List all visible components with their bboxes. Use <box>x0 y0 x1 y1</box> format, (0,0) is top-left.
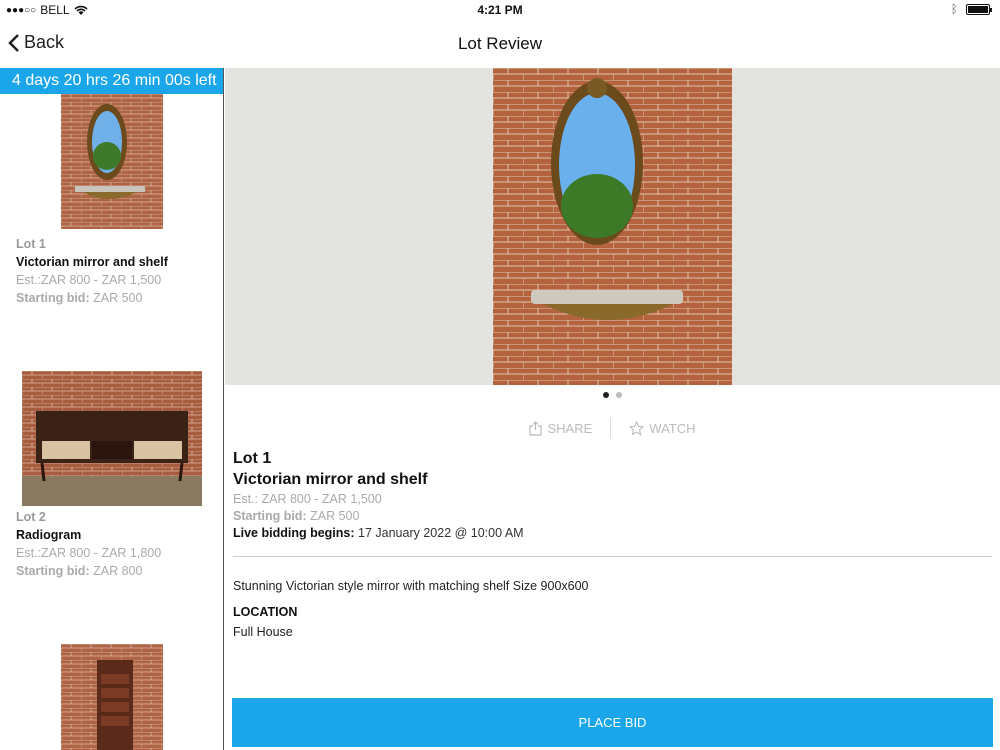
action-row: SHARE WATCH <box>225 418 1000 438</box>
detail-estimate: Est.: ZAR 800 - ZAR 1,500 <box>233 492 382 506</box>
location-value: Full House <box>233 625 293 639</box>
countdown-banner: 4 days 20 hrs 26 min 00s left <box>0 68 223 94</box>
divider <box>233 556 992 557</box>
star-icon <box>629 420 645 436</box>
detail-live-bidding: Live bidding begins: 17 January 2022 @ 1… <box>233 526 524 540</box>
lot-title: Radiogram <box>16 528 82 542</box>
lot-estimate: Est.:ZAR 800 - ZAR 1,500 <box>16 273 162 287</box>
image-carousel[interactable] <box>225 68 1000 385</box>
watch-label: WATCH <box>649 420 696 436</box>
battery-icon <box>966 3 992 15</box>
lot-1-thumbnail <box>60 94 163 229</box>
detail-lot-number: Lot 1 <box>233 450 272 467</box>
lot-3-thumbnail <box>60 644 163 750</box>
lot-card-2[interactable]: Lot 2 Radiogram Est.:ZAR 800 - ZAR 1,800… <box>0 371 223 580</box>
detail-description: Stunning Victorian style mirror with mat… <box>233 579 589 593</box>
watch-button[interactable]: WATCH <box>611 420 713 436</box>
lot-detail: SHARE WATCH Lot 1 Victorian mirror and s… <box>225 68 1000 750</box>
lot-card-3[interactable] <box>0 644 223 750</box>
share-button[interactable]: SHARE <box>511 421 610 436</box>
lot-estimate: Est.:ZAR 800 - ZAR 1,800 <box>16 546 162 560</box>
lot-number: Lot 2 <box>16 510 46 524</box>
lot-details: Lot 1 Victorian mirror and shelf Est.: Z… <box>233 450 992 639</box>
status-time: 4:21 PM <box>477 3 523 17</box>
lot-2-thumbnail <box>21 371 202 506</box>
bluetooth-icon: ᛒ <box>950 2 958 16</box>
carousel-pager[interactable] <box>225 392 1000 398</box>
status-bar: ●●●○○ BELL 4:21 PM ᛒ <box>0 0 1000 20</box>
nav-bar: Back Lot Review <box>0 20 1000 68</box>
location-heading: LOCATION <box>233 605 298 619</box>
lot-photo <box>493 68 732 385</box>
lot-list[interactable]: 4 days 20 hrs 26 min 00s left Lot 1 Vict… <box>0 68 224 750</box>
lot-starting-bid: Starting bid: ZAR 500 <box>16 291 143 305</box>
pager-dot[interactable] <box>603 392 609 398</box>
place-bid-button[interactable]: PLACE BID <box>232 698 993 747</box>
lot-starting-bid: Starting bid: ZAR 800 <box>16 564 143 578</box>
status-right: ᛒ <box>950 2 992 16</box>
detail-starting-bid: Starting bid: ZAR 500 <box>233 509 360 523</box>
share-icon <box>529 420 543 436</box>
page-title: Lot Review <box>457 34 543 53</box>
lot-number: Lot 1 <box>16 237 46 251</box>
detail-title: Victorian mirror and shelf <box>233 471 428 488</box>
lot-card-1[interactable]: Lot 1 Victorian mirror and shelf Est.:ZA… <box>0 94 223 307</box>
lot-title: Victorian mirror and shelf <box>16 255 168 269</box>
share-label: SHARE <box>547 420 593 436</box>
pager-dot[interactable] <box>616 392 622 398</box>
